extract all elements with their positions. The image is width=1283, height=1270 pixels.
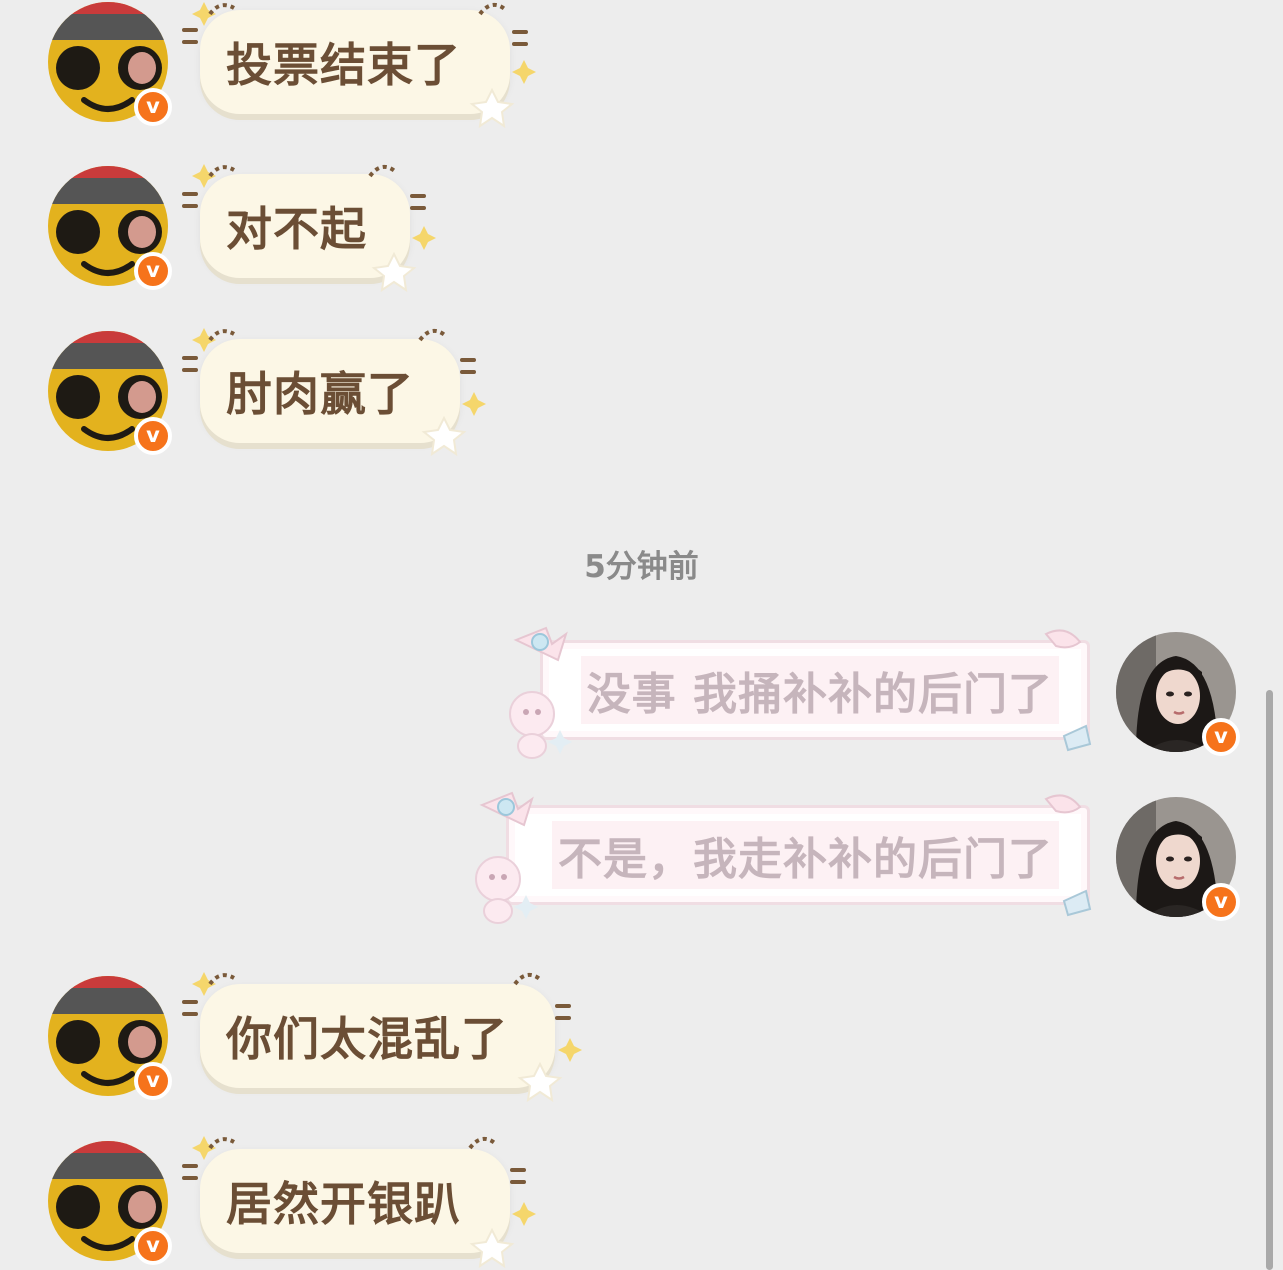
- message-text: 投票结束了: [226, 38, 461, 92]
- sender-avatar[interactable]: v: [48, 1141, 172, 1265]
- message-bubble[interactable]: 你们太混乱了: [200, 984, 555, 1088]
- message-bubble[interactable]: 不是，我走补补的后门了: [506, 805, 1090, 905]
- message-text: 居然开银趴: [226, 1177, 461, 1231]
- sender-avatar[interactable]: v: [48, 166, 172, 290]
- message-text: 没事 我捅补补的后门了: [580, 656, 1059, 724]
- verified-badge: v: [134, 1227, 172, 1265]
- verified-badge: v: [1202, 883, 1240, 921]
- verified-badge: v: [134, 88, 172, 126]
- verified-badge: v: [134, 252, 172, 290]
- sender-avatar[interactable]: v: [48, 331, 172, 455]
- message-bubble[interactable]: 居然开银趴: [200, 1149, 510, 1253]
- scrollbar[interactable]: [1266, 690, 1273, 1270]
- verified-badge: v: [1202, 718, 1240, 756]
- message-text: 不是，我走补补的后门了: [552, 821, 1059, 889]
- verified-badge: v: [134, 1062, 172, 1100]
- message-text: 你们太混乱了: [226, 1012, 508, 1066]
- message-bubble[interactable]: 投票结束了: [200, 10, 510, 114]
- message-bubble[interactable]: 没事 我捅补补的后门了: [540, 640, 1090, 740]
- sender-avatar[interactable]: v: [1116, 797, 1240, 921]
- message-bubble[interactable]: 肘肉赢了: [200, 339, 460, 443]
- sender-avatar[interactable]: v: [1116, 632, 1240, 756]
- timestamp-divider: 5分钟前: [584, 549, 699, 585]
- message-text: 肘肉赢了: [226, 367, 414, 421]
- verified-badge: v: [134, 417, 172, 455]
- message-bubble[interactable]: 对不起: [200, 174, 410, 278]
- sender-avatar[interactable]: v: [48, 2, 172, 126]
- sender-avatar[interactable]: v: [48, 976, 172, 1100]
- chat-view[interactable]: v 投票结束了 v 对不起 v 肘肉赢了 5分钟前 没事 我捅补补的后门了 v …: [0, 0, 1283, 1270]
- message-text: 对不起: [226, 202, 367, 256]
